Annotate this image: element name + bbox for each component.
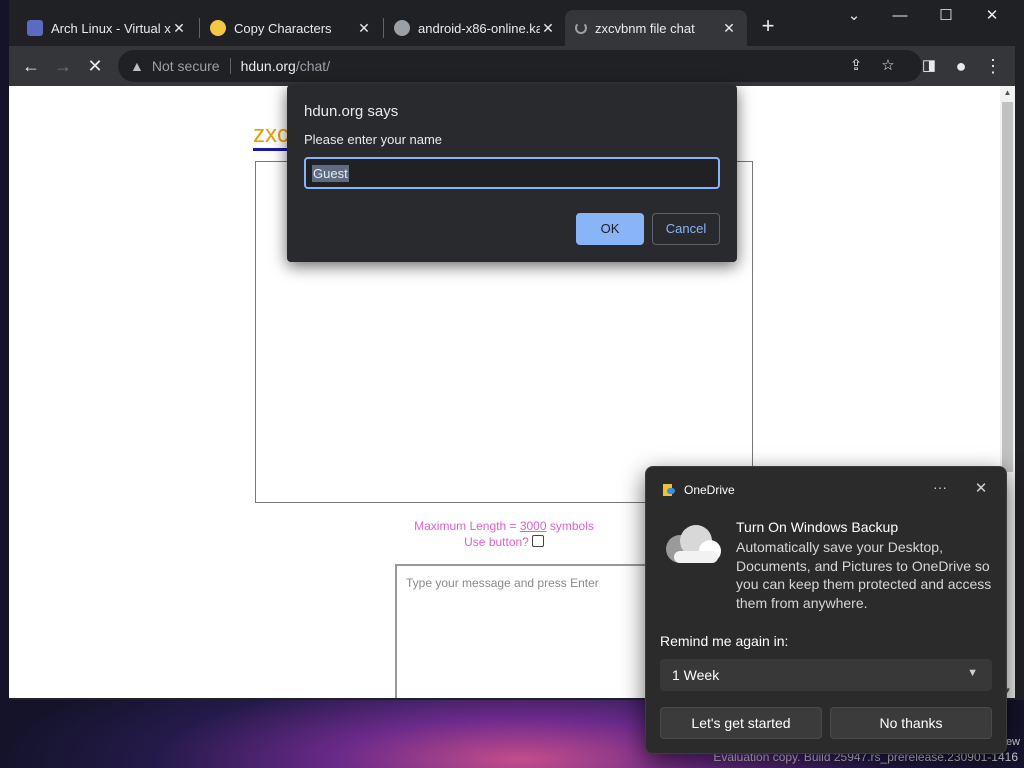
no-thanks-button[interactable]: No thanks [830, 707, 992, 739]
remind-dropdown-value: 1 Week [672, 667, 720, 683]
security-label: Not secure [151, 58, 220, 74]
chevron-down-icon: ▼ [967, 667, 978, 679]
lets-get-started-button[interactable]: Let's get started [660, 707, 822, 739]
dialog-message: Please enter your name [304, 132, 443, 147]
url-path: /chat/ [295, 58, 331, 74]
share-icon[interactable]: ⇪ [844, 54, 868, 78]
browser-toolbar: ← → ✕ ▲ Not secure hdun.org/chat/ ⇪ ☆ ◨ … [9, 46, 1015, 86]
tab-search-button[interactable]: ⌄ [842, 6, 866, 26]
new-tab-button[interactable]: + [758, 15, 778, 37]
profile-icon[interactable]: ● [949, 54, 973, 78]
remind-dropdown[interactable]: 1 Week ▼ [660, 659, 992, 691]
cancel-button[interactable]: Cancel [652, 213, 720, 245]
use-button-checkbox[interactable] [531, 535, 544, 547]
onedrive-notification: OneDrive ··· ✕ Turn On Windows Backup Au… [645, 466, 1007, 754]
tab-arch-linux[interactable]: Arch Linux - Virtual x86 ✕ [17, 10, 197, 46]
tab-title: Copy Characters [234, 20, 332, 36]
back-button[interactable]: ← [19, 54, 43, 78]
tab-copy-characters[interactable]: Copy Characters ✕ [200, 10, 382, 46]
remind-label: Remind me again in: [660, 633, 789, 649]
name-input-value: Guest [312, 164, 349, 182]
dialog-title: hdun.org says [304, 103, 399, 120]
tab-title: android-x86-online.kaigu [418, 20, 540, 36]
scroll-up-arrow-icon[interactable]: ▲ [1000, 86, 1015, 100]
toast-app-name: OneDrive [684, 483, 735, 497]
bookmark-star-icon[interactable]: ☆ [876, 54, 900, 78]
address-bar[interactable]: ▲ Not secure hdun.org/chat/ ⇪ ☆ [118, 50, 922, 82]
url-domain: hdun.org [240, 58, 296, 74]
menu-kebab-icon[interactable]: ⋮ [981, 54, 1005, 78]
name-input[interactable]: Guest [304, 157, 720, 189]
toast-heading: Turn On Windows Backup [736, 519, 899, 535]
site-title: zxc [253, 122, 289, 151]
prompt-dialog: hdun.org says Please enter your name Gue… [287, 85, 737, 262]
close-window-button[interactable]: ✕ [980, 6, 1004, 26]
omnibox-divider [229, 58, 231, 74]
minimize-button[interactable]: — [888, 6, 912, 26]
side-panel-icon[interactable]: ◨ [917, 54, 941, 78]
max-length-value: 3000 [519, 519, 547, 533]
globe-icon [394, 20, 410, 36]
tab-title: Arch Linux - Virtual x86 [51, 20, 171, 36]
max-length-prefix: Maximum Length = [414, 519, 520, 533]
onedrive-app-icon [663, 484, 675, 496]
smiley-icon [210, 20, 226, 36]
warning-icon: ▲ [130, 58, 144, 74]
cloud-icon [666, 525, 721, 563]
close-tab-icon[interactable]: ✕ [171, 20, 187, 36]
forward-button[interactable]: → [51, 54, 75, 78]
message-placeholder: Type your message and press Enter [406, 576, 599, 590]
max-length-suffix: symbols [546, 519, 594, 533]
loading-icon [575, 22, 587, 34]
invader-icon [27, 20, 43, 36]
toast-body: Automatically save your Desktop, Documen… [736, 539, 992, 611]
maximize-button[interactable]: ☐ [934, 6, 958, 26]
tab-android-x86[interactable]: android-x86-online.kaigu ✕ [384, 10, 566, 46]
stop-loading-button[interactable]: ✕ [83, 54, 107, 78]
use-button-label: Use button? [464, 535, 529, 549]
more-options-icon[interactable]: ··· [928, 479, 952, 499]
close-icon[interactable]: ✕ [970, 479, 992, 499]
watermark-fragment: ew [1005, 736, 1020, 748]
close-tab-icon[interactable]: ✕ [356, 20, 372, 36]
tab-strip: Arch Linux - Virtual x86 ✕ Copy Characte… [9, 0, 1015, 46]
scrollbar-thumb[interactable] [1002, 102, 1013, 472]
close-tab-icon[interactable]: ✕ [721, 20, 737, 36]
ok-button[interactable]: OK [576, 213, 644, 245]
tab-title: zxcvbnm file chat [595, 20, 695, 36]
close-tab-icon[interactable]: ✕ [540, 20, 556, 36]
tab-zxcvbnm-chat[interactable]: zxcvbnm file chat ✕ [565, 10, 747, 46]
